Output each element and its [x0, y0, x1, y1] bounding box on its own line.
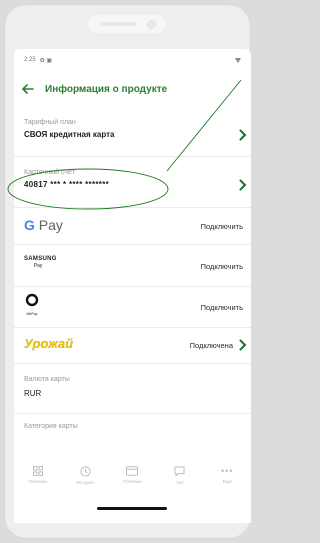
status-icons: ✿ ▣ [39, 57, 53, 64]
card-account-label: Карточный счет [24, 169, 75, 176]
nav-item-payments[interactable]: Платежи [17, 466, 59, 484]
urozhay-logo: Урожай [24, 336, 74, 351]
card-account-number: 40817 *** * **** ******* [24, 180, 110, 189]
nav-label: Ещё [222, 479, 232, 484]
home-indicator [97, 507, 167, 510]
status-bar: 2:25 ✿ ▣ [14, 49, 251, 71]
nav-label: Чат [176, 480, 184, 485]
back-button[interactable] [21, 82, 35, 96]
nav-item-more[interactable]: ••• Ещё [206, 466, 248, 484]
card-currency-row: Валюта карты RUR [14, 364, 251, 414]
gpay-connect-button[interactable]: Подключить [201, 222, 243, 231]
front-camera [147, 20, 156, 29]
mirpay-logo-text: MirPay [26, 312, 38, 316]
top-app-bar: Информация о продукте [14, 76, 251, 102]
nav-label: Платежи [123, 479, 142, 484]
bottom-navigation: Платежи История Платежи Чат ••• Ещё [14, 463, 251, 501]
gpay-row[interactable]: G Pay Подключить [14, 208, 251, 245]
card-currency-label: Валюта карты [24, 376, 70, 383]
chevron-right-icon [239, 129, 247, 141]
signal-icon [235, 57, 241, 63]
samsung-pay-logo: SAMSUNG Pay [24, 256, 57, 269]
nav-label: Платежи [28, 479, 47, 484]
app-screen: 2:25 ✿ ▣ Информация о продукте Тарифный … [14, 49, 251, 523]
urozhay-row[interactable]: Урожай Подключена [14, 328, 251, 364]
speaker-grille [100, 22, 136, 26]
nav-item-history[interactable]: История [64, 466, 106, 485]
card-account-row[interactable]: Карточный счет 40817 *** * **** ******* [14, 157, 251, 208]
grid-icon [32, 466, 43, 476]
more-icon: ••• [221, 466, 234, 476]
mirpay-row[interactable]: MirPay Подключить [14, 287, 251, 328]
phone-notch [88, 15, 166, 33]
nav-item-cards[interactable]: Платежи [111, 466, 153, 484]
tariff-plan-label: Тарифный план [24, 119, 76, 126]
mirpay-circle-icon [25, 293, 39, 307]
card-currency-value: RUR [24, 389, 42, 398]
tariff-plan-value: СВОЯ кредитная карта [24, 130, 115, 139]
tariff-plan-row[interactable]: Тарифный план СВОЯ кредитная карта [14, 109, 251, 157]
mirpay-connect-button[interactable]: Подключить [201, 303, 243, 312]
card-category-label: Категория карты [24, 423, 78, 430]
product-info-list: Тарифный план СВОЯ кредитная карта Карто… [14, 109, 251, 438]
chevron-right-icon [239, 339, 247, 351]
nav-item-chat[interactable]: Чат [159, 466, 201, 485]
page-title: Информация о продукте [45, 83, 168, 95]
arrow-left-icon [22, 84, 34, 94]
urozhay-status: Подключена [189, 341, 233, 350]
nav-label: История [76, 480, 94, 485]
status-right [235, 57, 241, 63]
samsung-pay-connect-button[interactable]: Подключить [201, 262, 243, 271]
chevron-right-icon [239, 179, 247, 191]
mirpay-logo: MirPay [24, 293, 40, 316]
gpay-logo: G Pay [24, 217, 63, 233]
card-category-row: Категория карты [14, 414, 251, 438]
gpay-logo-text: Pay [34, 217, 63, 233]
samsung-pay-row[interactable]: SAMSUNG Pay Подключить [14, 245, 251, 287]
chat-icon [174, 466, 185, 477]
status-time: 2:25 [24, 57, 36, 63]
clock-icon [79, 466, 91, 477]
card-icon [126, 466, 139, 476]
